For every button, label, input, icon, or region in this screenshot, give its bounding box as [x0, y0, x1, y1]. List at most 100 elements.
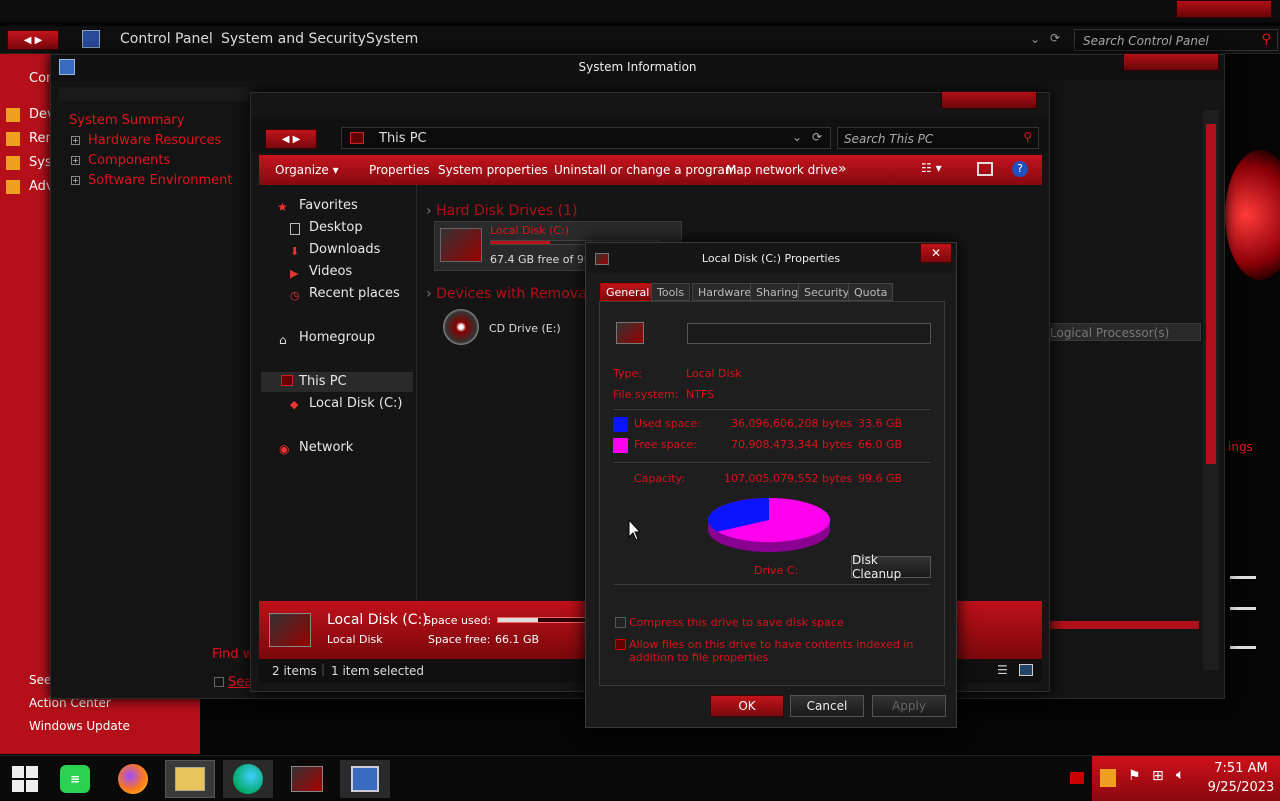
volume-icon[interactable]: 🔈︎: [1176, 767, 1184, 783]
edge-icon: [233, 764, 263, 794]
disk-cleanup-button[interactable]: Disk Cleanup: [851, 553, 931, 581]
uninstall-program-button[interactable]: Uninstall or change a program: [554, 163, 737, 177]
nav-network[interactable]: Network: [299, 440, 353, 455]
search-control-panel-input[interactable]: Search Control Panel ⚲: [1074, 29, 1278, 51]
nav-recent-places[interactable]: Recent places: [309, 286, 400, 301]
nav-desktop[interactable]: Desktop: [309, 220, 363, 235]
drive-label-input[interactable]: [687, 323, 931, 344]
cd-drive-item[interactable]: CD Drive (E:): [489, 322, 561, 335]
software-environment-item[interactable]: Software Environment: [88, 173, 232, 188]
help-icon[interactable]: ?: [1012, 161, 1028, 177]
system-properties-button[interactable]: System properties: [438, 163, 548, 177]
breadcrumb-system-security[interactable]: System and Security: [221, 31, 366, 47]
search-checkbox[interactable]: [214, 677, 224, 687]
nav-downloads[interactable]: Downloads: [309, 242, 380, 257]
close-button[interactable]: ✕: [920, 243, 952, 263]
compress-checkbox[interactable]: [615, 617, 626, 628]
firefox-icon: [118, 764, 148, 794]
nav-this-pc[interactable]: This PC: [299, 374, 347, 389]
taskbar-system-info[interactable]: [340, 760, 390, 798]
ok-button[interactable]: OK: [710, 695, 784, 717]
free-space-swatch: [613, 438, 628, 453]
taskbar-drive-app[interactable]: [282, 760, 332, 798]
hdd-group-header[interactable]: › Hard Disk Drives (1): [426, 203, 577, 219]
hard-drive-icon: [616, 322, 644, 344]
preview-pane-icon[interactable]: [977, 162, 993, 176]
tray-red-icon[interactable]: [1070, 772, 1084, 784]
refresh-icon[interactable]: ⟳: [812, 130, 822, 144]
type-label: Type:: [613, 367, 642, 380]
flag-icon[interactable]: ⚑: [1128, 768, 1141, 784]
nav-homegroup[interactable]: Homegroup: [299, 330, 375, 345]
see-also-label: See: [29, 673, 52, 687]
hardware-resources-item[interactable]: Hardware Resources: [88, 133, 221, 148]
properties-button[interactable]: Properties: [369, 163, 430, 177]
start-button[interactable]: [0, 760, 50, 798]
index-label[interactable]: Allow files on this drive to have conten…: [629, 638, 929, 664]
star-icon: ★: [277, 200, 288, 214]
clock-date[interactable]: 9/25/2023: [1202, 780, 1280, 795]
search-this-pc-input[interactable]: Search This PC ⚲: [837, 127, 1039, 149]
logical-processor-column-header[interactable]: Logical Processor(s): [1049, 323, 1201, 341]
taskbar-app-green[interactable]: ≡: [50, 760, 100, 798]
network-icon[interactable]: ⊞: [1152, 768, 1164, 784]
this-pc-back-forward[interactable]: ◀ ▶: [265, 129, 317, 149]
expand-icon[interactable]: +: [71, 156, 80, 165]
view-options-icon[interactable]: ☷ ▾: [921, 161, 942, 175]
status-item-count: 2 items: [272, 664, 317, 678]
sysinfo-window-controls[interactable]: [1123, 53, 1219, 71]
map-network-drive-button[interactable]: Map network drive: [726, 163, 838, 177]
chevron-down-icon[interactable]: ⌄: [1030, 32, 1040, 46]
compress-label[interactable]: Compress this drive to save disk space: [629, 616, 844, 629]
shield-icon: [6, 132, 20, 146]
apply-button[interactable]: Apply: [872, 695, 946, 717]
removable-group-header[interactable]: › Devices with Removabl: [426, 286, 599, 302]
status-divider: |: [321, 662, 326, 676]
system-summary-item[interactable]: System Summary: [69, 113, 184, 128]
cancel-button[interactable]: Cancel: [790, 695, 864, 717]
organize-menu[interactable]: Organize ▾: [275, 163, 339, 177]
nav-favorites[interactable]: Favorites: [299, 198, 358, 213]
details-view-icon[interactable]: ☰: [997, 663, 1008, 677]
tray-app-icon[interactable]: [1100, 769, 1116, 787]
tab-quota[interactable]: Quota: [848, 283, 894, 301]
clock-time[interactable]: 7:51 AM: [1208, 761, 1274, 776]
more-commands-button[interactable]: »: [838, 161, 847, 177]
sysinfo-titlebar: System Information: [51, 53, 1224, 81]
nav-local-disk[interactable]: Local Disk (C:): [309, 396, 402, 411]
expand-icon[interactable]: +: [71, 176, 80, 185]
components-item[interactable]: Components: [88, 153, 170, 168]
this-pc-address-input[interactable]: This PC ⌄ ⟳: [341, 127, 831, 149]
top-bar: [0, 0, 1280, 22]
taskbar-file-explorer[interactable]: [165, 760, 215, 798]
disk-usage-pie: [708, 498, 830, 552]
nav-videos[interactable]: Videos: [309, 264, 352, 279]
folder-icon: [175, 767, 205, 791]
tab-tools[interactable]: Tools: [651, 283, 691, 301]
cd-drive-icon: [443, 309, 479, 345]
taskbar-edge[interactable]: [223, 760, 273, 798]
windows-update-link[interactable]: Windows Update: [29, 719, 130, 733]
breadcrumb-system[interactable]: System: [366, 31, 418, 47]
search-option-label[interactable]: Sea: [228, 675, 252, 690]
tab-sharing[interactable]: Sharing: [750, 283, 805, 301]
this-pc-address-bar: ◀ ▶ This PC ⌄ ⟳ Search This PC ⚲: [251, 117, 1049, 153]
taskbar-firefox[interactable]: [108, 760, 158, 798]
chevron-down-icon[interactable]: ⌄: [792, 130, 802, 144]
window-controls[interactable]: [1176, 0, 1272, 18]
search-icon[interactable]: ⚲: [1023, 130, 1032, 144]
tab-hardware[interactable]: Hardware: [692, 283, 758, 301]
index-checkbox[interactable]: [615, 639, 626, 650]
expand-icon[interactable]: +: [71, 136, 80, 145]
search-icon[interactable]: ⚲: [1261, 32, 1271, 47]
refresh-icon[interactable]: ⟳: [1050, 31, 1060, 45]
details-space-used-label: Space used:: [424, 614, 492, 627]
sysinfo-scrollbar[interactable]: [1203, 110, 1219, 670]
tab-security[interactable]: Security: [798, 283, 856, 301]
breadcrumb-control-panel[interactable]: Control Panel: [120, 31, 213, 47]
tab-general[interactable]: General: [600, 283, 656, 301]
this-pc-window-controls[interactable]: [941, 91, 1037, 109]
large-icons-view-icon[interactable]: [1019, 664, 1033, 676]
sysinfo-hscroll-thumb[interactable]: [1049, 621, 1199, 629]
back-forward-buttons[interactable]: ◀ ▶: [7, 30, 59, 50]
